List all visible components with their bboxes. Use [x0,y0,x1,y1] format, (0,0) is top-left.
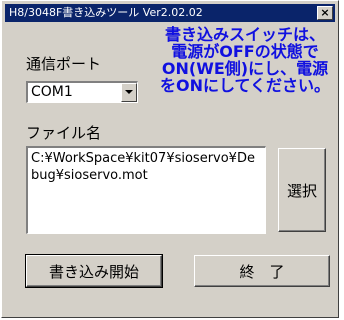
exit-button[interactable]: 終 了 [194,255,330,287]
port-select[interactable]: COM1 [26,81,138,103]
notice-line: ON(WE側)にし、電源 [161,59,329,78]
close-button[interactable]: × [317,6,333,20]
app-window: H8/3048F書き込みツール Ver2.02.02 × 通信ポート 書き込みス… [1,0,339,318]
file-path-field[interactable]: C:¥WorkSpace¥kit07¥sioservo¥Debug¥sioser… [26,146,266,234]
file-label: ファイル名 [26,124,102,142]
select-file-button[interactable]: 選択 [278,148,326,232]
close-icon: × [320,6,330,19]
notice-text: 書き込みスイッチは、 電源がOFFの状態で ON(WE側)にし、電源 をONにし… [150,26,340,94]
port-label: 通信ポート [26,55,102,73]
notice-line: 書き込みスイッチは、 [164,25,325,44]
port-select-value: COM1 [31,84,73,100]
window-title: H8/3048F書き込みツール Ver2.02.02 [9,6,203,19]
notice-line: 電源がOFFの状態で [171,42,319,61]
notice-line: をONにしてください。 [159,76,331,95]
title-bar[interactable]: H8/3048F書き込みツール Ver2.02.02 × [5,4,335,22]
start-write-button[interactable]: 書き込み開始 [25,254,163,288]
chevron-down-icon[interactable] [121,83,137,102]
